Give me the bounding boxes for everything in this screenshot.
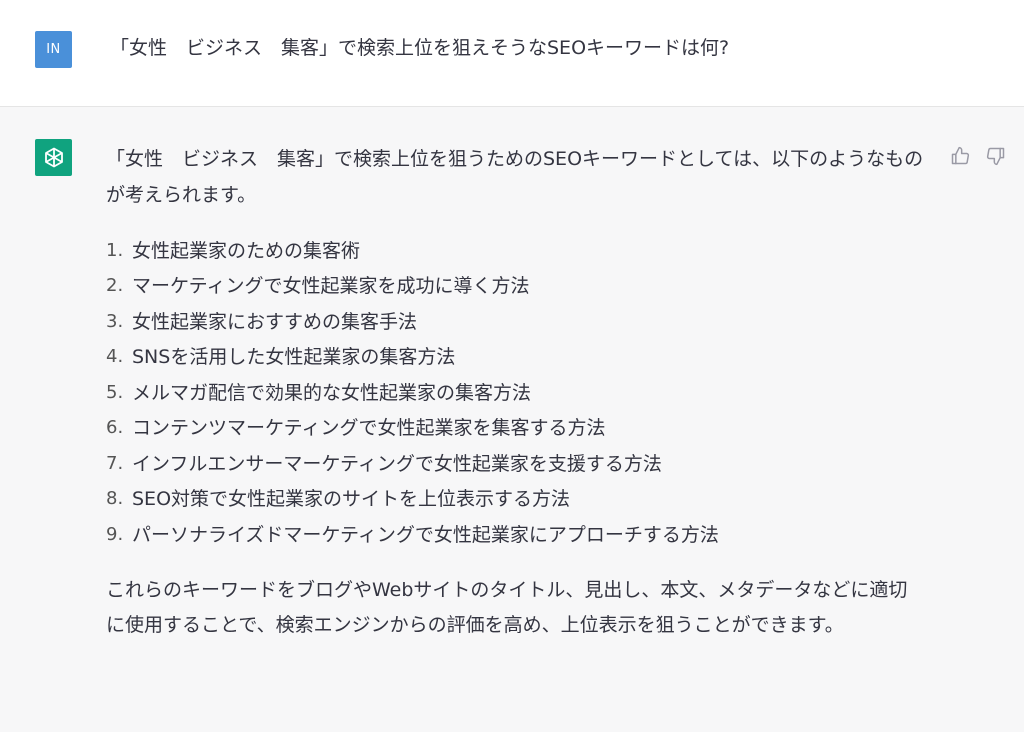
- list-item-text: 女性起業家のための集客術: [132, 239, 361, 262]
- list-item: 5. メルマガ配信で効果的な女性起業家の集客方法: [106, 375, 926, 411]
- thumbs-up-button[interactable]: [947, 143, 973, 169]
- list-item-number: 1.: [106, 239, 124, 261]
- list-item-text: パーソナライズドマーケティングで女性起業家にアプローチする方法: [132, 523, 719, 546]
- assistant-answer: 「女性 ビジネス 集客」で検索上位を狙うためのSEOキーワードとしては、以下のよ…: [106, 141, 926, 643]
- list-item: 2. マーケティングで女性起業家を成功に導く方法: [106, 269, 926, 305]
- list-item-number: 7.: [106, 452, 124, 474]
- list-item: 7. インフルエンサーマーケティングで女性起業家を支援する方法: [106, 446, 926, 482]
- list-item-text: インフルエンサーマーケティングで女性起業家を支援する方法: [132, 452, 662, 475]
- list-item: 9. パーソナライズドマーケティングで女性起業家にアプローチする方法: [106, 517, 926, 553]
- user-message-text: 「女性 ビジネス 集客」で検索上位を狙えそうなSEOキーワードは何?: [110, 37, 730, 59]
- list-item-text: メルマガ配信で効果的な女性起業家の集客方法: [132, 381, 532, 404]
- list-item-number: 2.: [106, 275, 124, 297]
- list-item-number: 6.: [106, 417, 124, 439]
- list-item-text: SEO対策で女性起業家のサイトを上位表示する方法: [132, 488, 571, 511]
- list-item-number: 9.: [106, 523, 124, 545]
- openai-logo-icon: [44, 147, 63, 167]
- assistant-avatar: [35, 139, 72, 176]
- answer-outro: これらのキーワードをブログやWebサイトのタイトル、見出し、本文、メタデータなど…: [106, 578, 908, 636]
- list-item-number: 8.: [106, 488, 124, 510]
- thumbs-up-icon: [951, 146, 970, 165]
- list-item-number: 4.: [106, 346, 124, 368]
- thumbs-down-button[interactable]: [983, 143, 1009, 169]
- list-item: 1. 女性起業家のための集客術: [106, 233, 926, 269]
- list-item: 8. SEO対策で女性起業家のサイトを上位表示する方法: [106, 482, 926, 518]
- user-avatar: IN: [35, 31, 72, 68]
- user-avatar-label: IN: [46, 42, 61, 57]
- list-item-text: SNSを活用した女性起業家の集客方法: [132, 346, 456, 369]
- list-item-text: コンテンツマーケティングで女性起業家を集客する方法: [132, 417, 606, 440]
- list-item-number: 5.: [106, 381, 124, 403]
- list-item: 6. コンテンツマーケティングで女性起業家を集客する方法: [106, 411, 926, 447]
- thumbs-down-icon: [986, 147, 1005, 166]
- list-item-text: マーケティングで女性起業家を成功に導く方法: [132, 275, 530, 298]
- list-item-text: 女性起業家におすすめの集客手法: [132, 310, 418, 333]
- list-item: 3. 女性起業家におすすめの集客手法: [106, 304, 926, 340]
- assistant-message-row: 「女性 ビジネス 集客」で検索上位を狙うためのSEOキーワードとしては、以下のよ…: [0, 107, 1024, 732]
- answer-intro: 「女性 ビジネス 集客」で検索上位を狙うためのSEOキーワードとしては、以下のよ…: [106, 148, 924, 206]
- list-item-number: 3.: [106, 310, 124, 332]
- list-item: 4. SNSを活用した女性起業家の集客方法: [106, 340, 926, 376]
- keyword-list: 1. 女性起業家のための集客術 2. マーケティングで女性起業家を成功に導く方法 3…: [106, 233, 926, 553]
- user-message-row: IN 「女性 ビジネス 集客」で検索上位を狙えそうなSEOキーワードは何?: [0, 0, 1024, 107]
